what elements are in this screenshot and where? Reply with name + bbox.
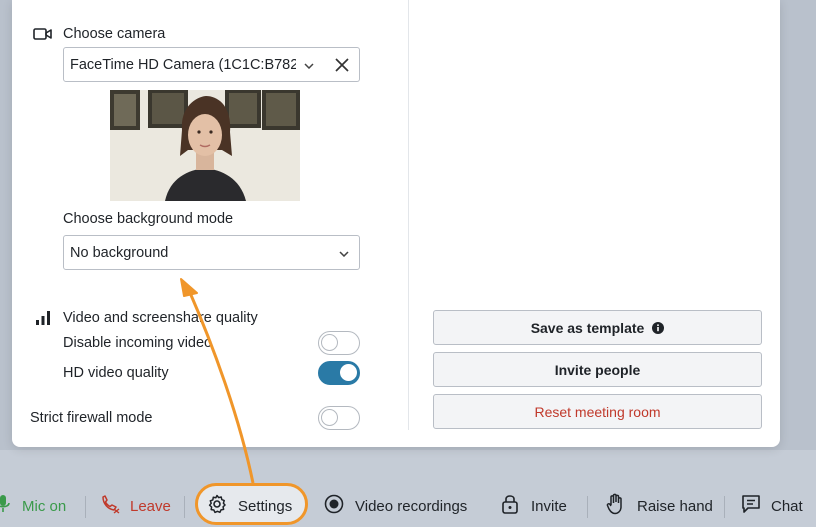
choose-camera-label: Choose camera bbox=[63, 26, 166, 42]
leave-button[interactable]: Leave bbox=[100, 492, 171, 520]
strict-firewall-toggle[interactable] bbox=[318, 406, 360, 430]
close-icon bbox=[334, 57, 349, 72]
invite-people-button[interactable]: Invite people bbox=[433, 352, 762, 387]
strict-firewall-label: Strict firewall mode bbox=[30, 410, 153, 426]
chat-label: Chat bbox=[771, 497, 803, 515]
background-mode-select[interactable]: No background bbox=[63, 235, 360, 270]
mic-label: Mic on bbox=[22, 497, 67, 515]
info-icon[interactable] bbox=[652, 321, 665, 334]
invite-label: Invite bbox=[531, 497, 567, 515]
save-as-template-label: Save as template bbox=[530, 319, 645, 336]
hd-video-quality-toggle[interactable] bbox=[318, 361, 360, 385]
camera-select-value: FaceTime HD Camera (1C1C:B782) bbox=[70, 56, 296, 73]
toggle-knob bbox=[340, 364, 357, 381]
settings-button[interactable]: Settings bbox=[207, 492, 292, 520]
toolbar-divider bbox=[724, 496, 725, 518]
record-icon bbox=[324, 494, 344, 518]
lock-icon bbox=[501, 493, 519, 519]
invite-button[interactable]: Invite bbox=[501, 492, 567, 520]
hang-up-phone-icon bbox=[100, 494, 120, 518]
microphone-icon bbox=[0, 494, 10, 518]
toggle-knob bbox=[321, 409, 338, 426]
chevron-down-icon bbox=[304, 57, 314, 73]
meeting-toolbar: Mic on Leave Settings Video recordings I… bbox=[0, 484, 816, 527]
gear-icon bbox=[207, 494, 227, 518]
raise-hand-button[interactable]: Raise hand bbox=[606, 492, 713, 520]
save-as-template-button[interactable]: Save as template bbox=[433, 310, 762, 345]
camera-preview bbox=[110, 90, 300, 201]
invite-people-label: Invite people bbox=[554, 361, 641, 378]
video-quality-label: Video and screenshare quality bbox=[63, 310, 258, 326]
disable-incoming-video-label: Disable incoming video bbox=[63, 335, 213, 351]
video-recordings-button[interactable]: Video recordings bbox=[324, 492, 467, 520]
hd-video-quality-label: HD video quality bbox=[63, 365, 169, 381]
clear-camera-button[interactable] bbox=[324, 47, 360, 82]
video-recordings-label: Video recordings bbox=[355, 497, 468, 515]
chevron-down-icon bbox=[339, 245, 349, 261]
settings-label: Settings bbox=[238, 497, 293, 515]
background-mode-value: No background bbox=[70, 244, 169, 261]
hand-icon bbox=[606, 493, 626, 519]
video-camera-icon bbox=[33, 27, 53, 46]
signal-bars-icon bbox=[35, 310, 51, 331]
reset-meeting-room-button[interactable]: Reset meeting room bbox=[433, 394, 762, 429]
toolbar-divider bbox=[587, 496, 588, 518]
panel-divider bbox=[408, 0, 409, 430]
raise-hand-label: Raise hand bbox=[637, 497, 713, 515]
toolbar-divider bbox=[184, 496, 185, 518]
leave-label: Leave bbox=[130, 497, 171, 515]
mic-button[interactable]: Mic on bbox=[0, 492, 66, 520]
camera-select[interactable]: FaceTime HD Camera (1C1C:B782) bbox=[63, 47, 325, 82]
background-mode-label: Choose background mode bbox=[63, 211, 234, 227]
disable-incoming-video-toggle[interactable] bbox=[318, 331, 360, 355]
toggle-knob bbox=[321, 334, 338, 351]
chat-button[interactable]: Chat bbox=[741, 492, 803, 520]
toolbar-divider bbox=[85, 496, 86, 518]
reset-meeting-room-label: Reset meeting room bbox=[534, 403, 661, 420]
chat-bubble-icon bbox=[741, 494, 761, 518]
